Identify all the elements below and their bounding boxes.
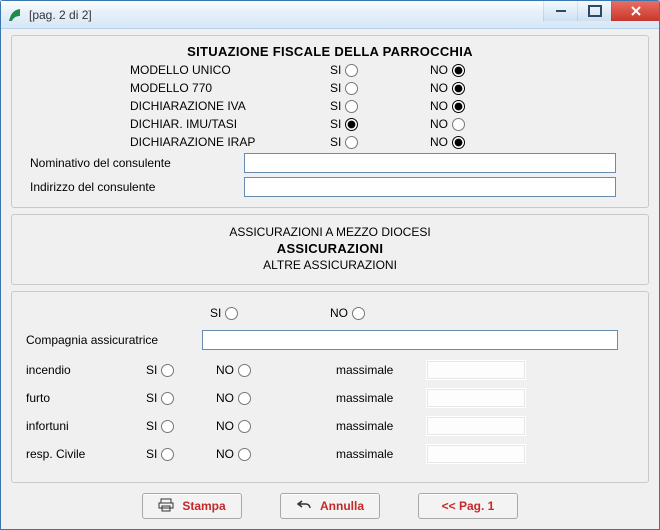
coverage-si-radio[interactable] bbox=[161, 364, 174, 377]
coverage-no-radio[interactable] bbox=[238, 392, 251, 405]
fiscal-si-radio[interactable] bbox=[345, 64, 358, 77]
coverage-massimale-label: massimale bbox=[336, 391, 426, 405]
cancel-button-label: Annulla bbox=[320, 499, 364, 513]
coverage-si-radio[interactable] bbox=[161, 448, 174, 461]
fiscal-si-label: SI bbox=[330, 81, 341, 95]
fiscal-si-radio[interactable] bbox=[345, 118, 358, 131]
fiscal-panel: SITUAZIONE FISCALE DELLA PARROCCHIA MODE… bbox=[11, 35, 649, 208]
company-input[interactable] bbox=[202, 330, 618, 350]
coverage-massimale-input[interactable] bbox=[426, 360, 526, 380]
coverage-row: incendioSI NO massimale bbox=[26, 360, 634, 380]
consultant-address-label: Indirizzo del consulente bbox=[26, 180, 236, 194]
insurance-top-si-radio[interactable] bbox=[225, 307, 238, 320]
fiscal-no-radio[interactable] bbox=[452, 118, 465, 131]
coverage-si-label: SI bbox=[146, 447, 157, 461]
coverage-no-radio[interactable] bbox=[238, 364, 251, 377]
coverage-label: resp. Civile bbox=[26, 447, 146, 461]
fiscal-no-label: NO bbox=[430, 81, 448, 95]
coverage-row: resp. CivileSI NO massimale bbox=[26, 444, 634, 464]
window-maximize-button[interactable] bbox=[577, 1, 611, 21]
footer-buttons: Stampa Annulla << Pag. 1 bbox=[11, 489, 649, 519]
fiscal-no-label: NO bbox=[430, 99, 448, 113]
coverage-massimale-input[interactable] bbox=[426, 388, 526, 408]
consultant-name-label: Nominativo del consulente bbox=[26, 156, 236, 170]
coverage-label: furto bbox=[26, 391, 146, 405]
mid-line1: ASSICURAZIONI A MEZZO DIOCESI bbox=[26, 225, 634, 239]
fiscal-row-label: DICHIAR. IMU/TASI bbox=[130, 117, 330, 131]
fiscal-si-radio[interactable] bbox=[345, 82, 358, 95]
coverage-si-radio[interactable] bbox=[161, 420, 174, 433]
coverage-row: furtoSI NO massimale bbox=[26, 388, 634, 408]
coverage-row: infortuniSI NO massimale bbox=[26, 416, 634, 436]
insurance-top-no-radio[interactable] bbox=[352, 307, 365, 320]
fiscal-si-label: SI bbox=[330, 117, 341, 131]
insurance-panel: SI NO Compagnia assicuratrice incendioSI… bbox=[11, 291, 649, 483]
coverage-no-label: NO bbox=[216, 419, 234, 433]
window-close-button[interactable] bbox=[611, 1, 659, 21]
fiscal-si-radio[interactable] bbox=[345, 136, 358, 149]
coverage-no-label: NO bbox=[216, 391, 234, 405]
coverage-no-label: NO bbox=[216, 447, 234, 461]
fiscal-row-label: DICHIARAZIONE IRAP bbox=[130, 135, 330, 149]
fiscal-no-radio[interactable] bbox=[452, 64, 465, 77]
coverage-si-label: SI bbox=[146, 391, 157, 405]
fiscal-si-radio[interactable] bbox=[345, 100, 358, 113]
fiscal-si-label: SI bbox=[330, 135, 341, 149]
coverage-no-label: NO bbox=[216, 363, 234, 377]
mid-line2: ASSICURAZIONI bbox=[26, 241, 634, 256]
coverage-label: incendio bbox=[26, 363, 146, 377]
fiscal-no-label: NO bbox=[430, 135, 448, 149]
fiscal-heading: SITUAZIONE FISCALE DELLA PARROCCHIA bbox=[26, 44, 634, 59]
coverage-si-label: SI bbox=[146, 363, 157, 377]
fiscal-no-radio[interactable] bbox=[452, 136, 465, 149]
coverage-si-label: SI bbox=[146, 419, 157, 433]
consultant-address-input[interactable] bbox=[244, 177, 616, 197]
coverage-label: infortuni bbox=[26, 419, 146, 433]
coverage-si-radio[interactable] bbox=[161, 392, 174, 405]
fiscal-si-label: SI bbox=[330, 63, 341, 77]
mid-line3: ALTRE ASSICURAZIONI bbox=[26, 258, 634, 272]
fiscal-row-label: DICHIARAZIONE IVA bbox=[130, 99, 330, 113]
prev-page-button[interactable]: << Pag. 1 bbox=[418, 493, 518, 519]
app-icon bbox=[7, 7, 23, 23]
titlebar: [pag. 2 di 2] bbox=[1, 1, 659, 29]
printer-icon bbox=[158, 498, 174, 515]
fiscal-no-label: NO bbox=[430, 117, 448, 131]
print-button-label: Stampa bbox=[182, 499, 225, 513]
fiscal-si-label: SI bbox=[330, 99, 341, 113]
window-title: [pag. 2 di 2] bbox=[29, 8, 92, 22]
fiscal-no-radio[interactable] bbox=[452, 82, 465, 95]
prev-page-button-label: << Pag. 1 bbox=[442, 499, 495, 513]
coverage-massimale-label: massimale bbox=[336, 419, 426, 433]
coverage-massimale-label: massimale bbox=[336, 447, 426, 461]
insurance-top-no-label: NO bbox=[330, 306, 348, 320]
undo-icon bbox=[296, 498, 312, 515]
fiscal-row-label: MODELLO 770 bbox=[130, 81, 330, 95]
window-minimize-button[interactable] bbox=[543, 1, 577, 21]
coverage-massimale-input[interactable] bbox=[426, 416, 526, 436]
cancel-button[interactable]: Annulla bbox=[280, 493, 380, 519]
insurance-header-panel: ASSICURAZIONI A MEZZO DIOCESI ASSICURAZI… bbox=[11, 214, 649, 285]
fiscal-no-radio[interactable] bbox=[452, 100, 465, 113]
coverage-no-radio[interactable] bbox=[238, 420, 251, 433]
print-button[interactable]: Stampa bbox=[142, 493, 242, 519]
coverage-no-radio[interactable] bbox=[238, 448, 251, 461]
company-label: Compagnia assicuratrice bbox=[26, 333, 196, 347]
coverage-massimale-input[interactable] bbox=[426, 444, 526, 464]
fiscal-row-label: MODELLO UNICO bbox=[130, 63, 330, 77]
fiscal-no-label: NO bbox=[430, 63, 448, 77]
insurance-top-si-label: SI bbox=[210, 306, 221, 320]
consultant-name-input[interactable] bbox=[244, 153, 616, 173]
coverage-massimale-label: massimale bbox=[336, 363, 426, 377]
